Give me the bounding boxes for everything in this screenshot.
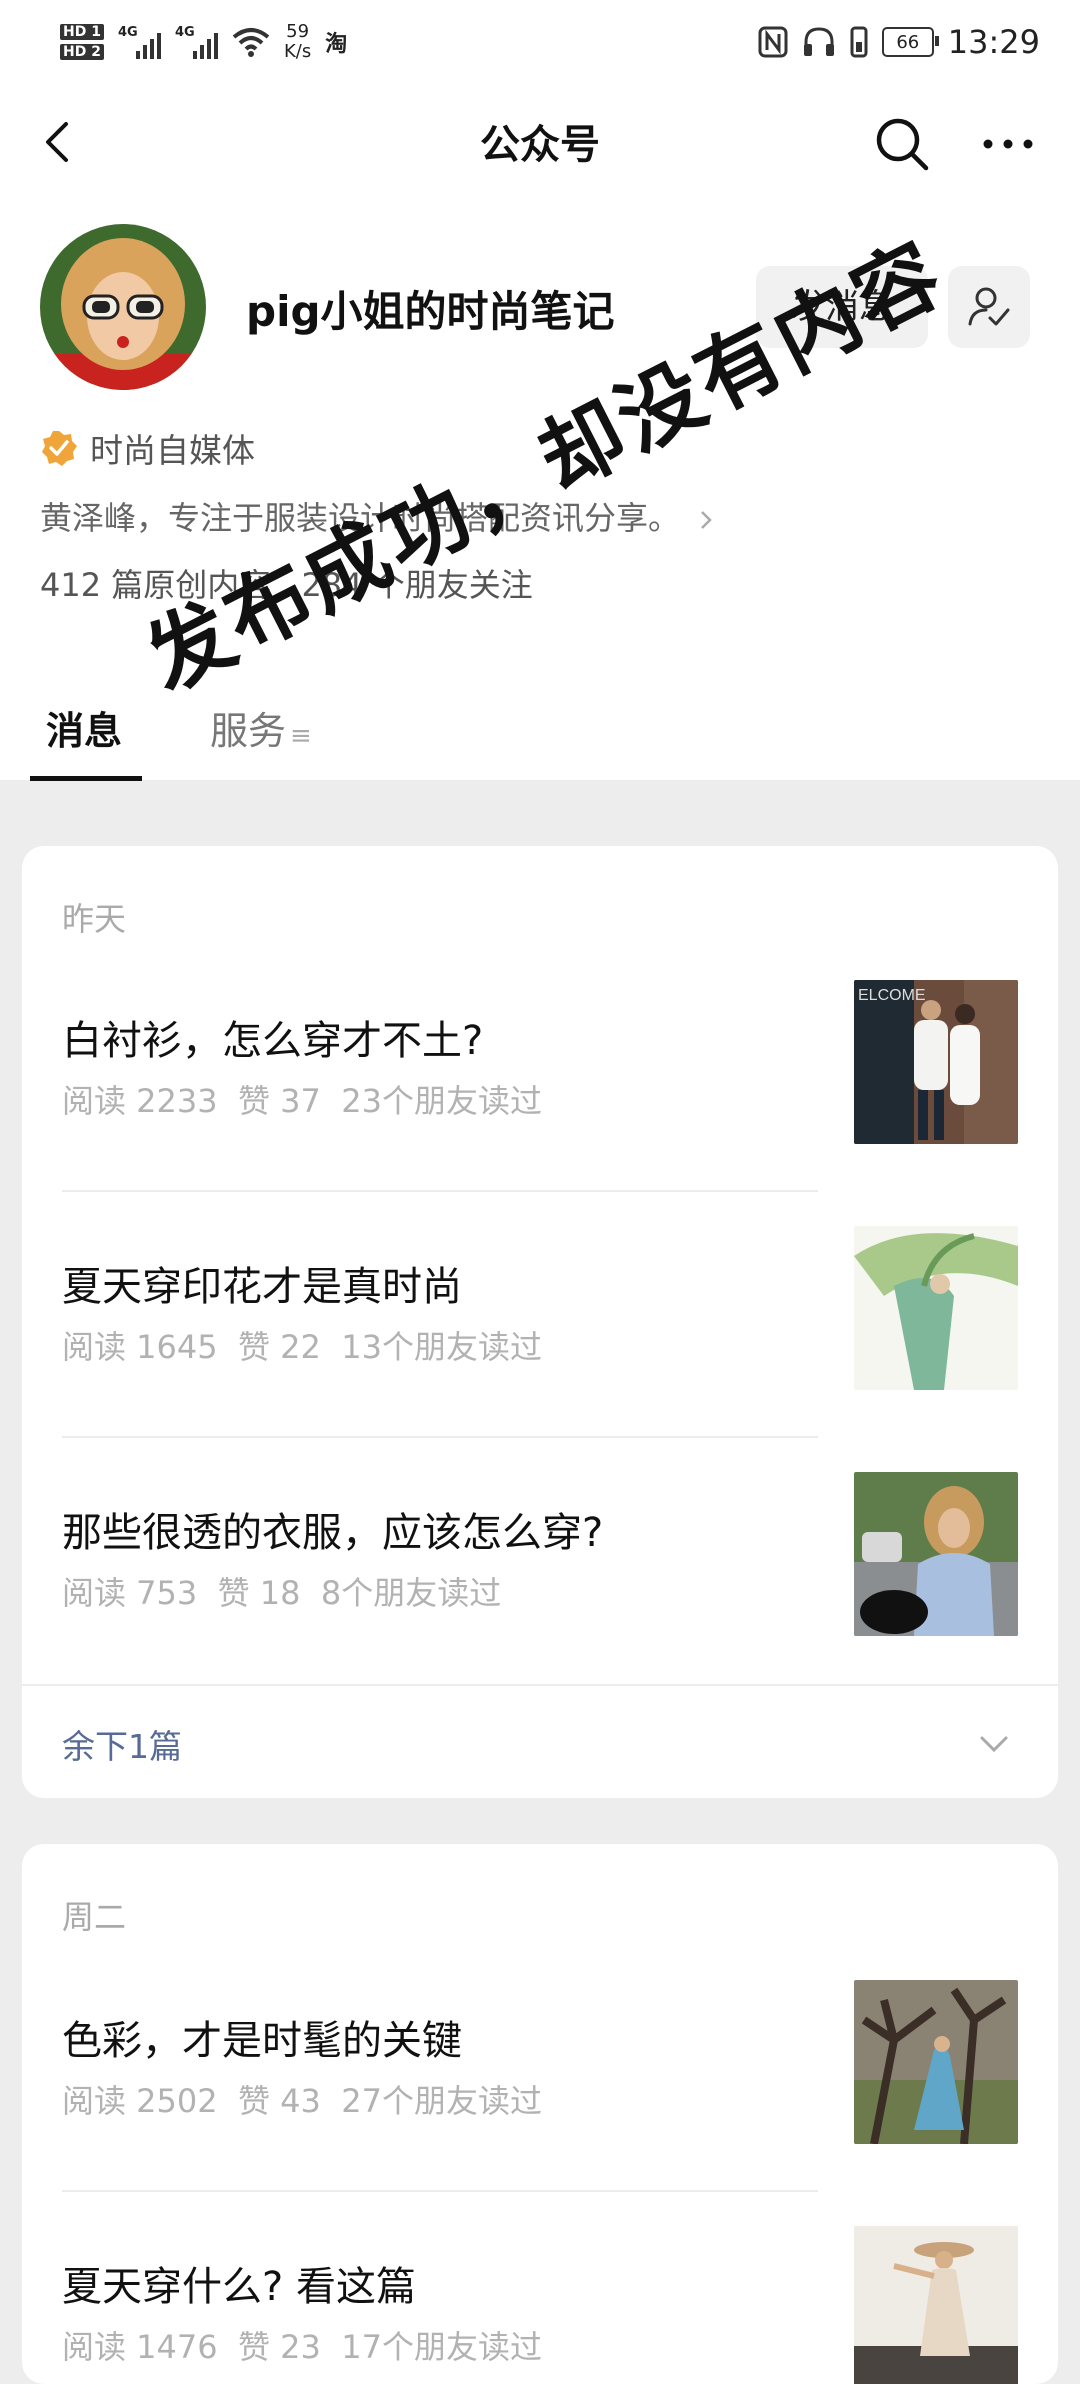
article-meta: 阅读 1645 赞 22 13个朋友读过 [62,1328,542,1366]
navigation-bar: 公众号 [0,90,1080,200]
search-icon[interactable] [870,112,934,176]
article-meta: 阅读 753 赞 18 8个朋友读过 [62,1574,502,1612]
message-group-yesterday: 昨天 白衬衫，怎么穿才不土? 阅读 2233 赞 37 23个朋友读过 ELCO… [22,846,1058,1798]
follow-settings-button[interactable] [948,266,1030,348]
follow-user-icon [968,287,1010,326]
show-more-row[interactable]: 余下1篇 [22,1684,1058,1798]
hd1-label: HD 1 [60,24,104,40]
more-icon[interactable] [976,112,1040,176]
article-item[interactable]: 色彩，才是时髦的关键 阅读 2502 赞 43 27个朋友读过 [22,1946,1058,2192]
account-avatar[interactable] [40,224,206,390]
menu-icon: ≡ [290,721,312,751]
clock: 13:29 [947,23,1040,61]
chevron-down-icon [980,1736,1008,1753]
network-type-1: 4G [117,25,138,40]
article-thumbnail [854,1472,1018,1636]
speed-value: 59 [286,21,310,42]
article-meta: 阅读 2233 赞 37 23个朋友读过 [62,1082,542,1120]
article-meta: 阅读 2502 赞 43 27个朋友读过 [62,2082,542,2120]
signal-icon: 4G [118,25,161,59]
message-group-tuesday: 周二 色彩，才是时髦的关键 阅读 2502 赞 43 27个朋友读过 夏天穿什么… [22,1844,1058,2384]
chevron-right-icon [701,511,712,529]
svg-text:ELCOME: ELCOME [858,987,926,1004]
wifi-icon [232,28,270,57]
battery-level: 66 [896,31,920,53]
speed-unit: K/s [283,41,312,62]
active-tab-indicator [30,776,142,781]
article-title: 那些很透的衣服，应该怎么穿? [62,1510,604,1556]
group-date: 昨天 [62,900,127,938]
verification-row[interactable]: 时尚自媒体 [40,424,255,472]
group-date: 周二 [62,1898,127,1936]
status-bar: HD 1 HD 2 4G 4G 59 K/s 淘 66 13:29 [0,0,1080,80]
article-title: 色彩，才是时髦的关键 [62,2018,462,2064]
network-speed: 59 K/s [284,22,311,62]
article-item[interactable]: 夏天穿印花才是真时尚 阅读 1645 赞 22 13个朋友读过 [22,1192,1058,1438]
article-thumbnail [854,1980,1018,2144]
tab-messages[interactable]: 消息 [46,700,122,755]
tab-services[interactable]: 服务 ≡ [210,700,312,755]
signal-icon-2: 4G [175,25,218,59]
article-title: 夏天穿印花才是真时尚 [62,1264,462,1310]
article-item[interactable]: 那些很透的衣服，应该怎么穿? 阅读 753 赞 18 8个朋友读过 [22,1438,1058,1684]
article-thumbnail [854,2226,1018,2384]
battery-icon: 66 [881,27,939,57]
nfc-icon [758,26,788,58]
hd-indicator: HD 1 HD 2 [60,24,104,60]
article-item[interactable]: 夏天穿什么? 看这篇 阅读 1476 赞 23 17个朋友读过 [22,2192,1058,2384]
verified-label: 时尚自媒体 [90,431,255,470]
article-item[interactable]: 白衬衫，怎么穿才不土? 阅读 2233 赞 37 23个朋友读过 ELCOME [22,946,1058,1192]
article-meta: 阅读 1476 赞 23 17个朋友读过 [62,2328,542,2366]
verified-badge-icon [42,431,77,466]
article-title: 白衬衫，怎么穿才不土? [62,1018,484,1064]
hd2-label: HD 2 [60,44,104,60]
tab-services-label: 服务 [210,709,287,753]
phone-status-icon [850,26,868,58]
taobao-notification-icon: 淘 [325,32,348,57]
network-type-2: 4G [174,25,195,40]
article-thumbnail [854,1226,1018,1390]
headset-icon [803,27,834,56]
account-name: pig小姐的时尚笔记 [246,287,615,336]
article-title: 夏天穿什么? 看这篇 [62,2264,416,2310]
article-thumbnail: ELCOME [854,980,1018,1144]
show-more-label: 余下1篇 [62,1727,182,1766]
